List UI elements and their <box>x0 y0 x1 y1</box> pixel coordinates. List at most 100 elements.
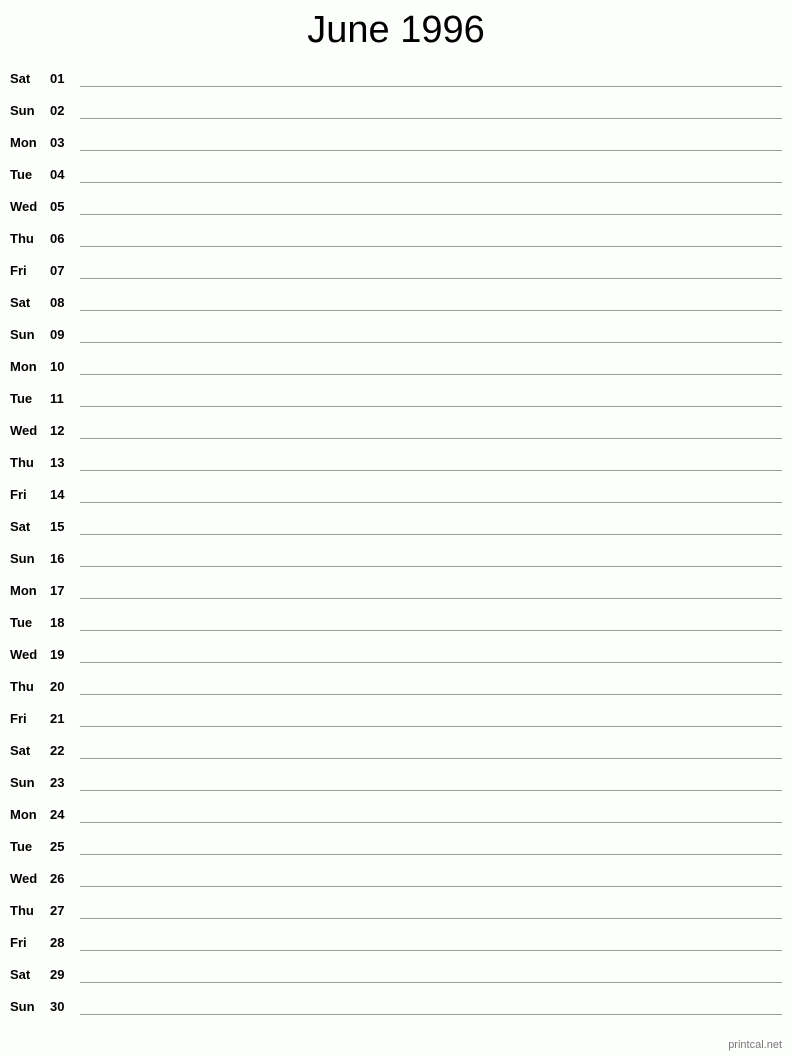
date-number: 04 <box>50 167 65 182</box>
writing-line <box>80 374 782 375</box>
weekday-label: Fri <box>10 263 27 278</box>
date-number: 09 <box>50 327 65 342</box>
writing-line <box>80 886 782 887</box>
date-number: 30 <box>50 999 65 1014</box>
date-number: 22 <box>50 743 65 758</box>
page-title: June 1996 <box>307 9 485 51</box>
day-row: Wed 19 <box>0 641 792 673</box>
date-number: 19 <box>50 647 65 662</box>
weekday-label: Sat <box>10 295 31 310</box>
writing-line <box>80 86 782 87</box>
date-number: 21 <box>50 711 65 726</box>
day-row: Tue 04 <box>0 161 792 193</box>
date-number: 12 <box>50 423 65 438</box>
writing-line <box>80 182 782 183</box>
writing-line <box>80 566 782 567</box>
weekday-label: Tue <box>10 167 33 182</box>
writing-line <box>80 950 782 951</box>
date-number: 02 <box>50 103 65 118</box>
writing-line <box>80 694 782 695</box>
weekday-label: Sat <box>10 967 31 982</box>
writing-line <box>80 598 782 599</box>
writing-line <box>80 150 782 151</box>
day-row: Wed 05 <box>0 193 792 225</box>
date-number: 15 <box>50 519 65 534</box>
writing-line <box>80 1014 782 1015</box>
weekday-label: Sun <box>10 999 35 1014</box>
footer-credit: printcal.net <box>728 1039 782 1051</box>
writing-line <box>80 534 782 535</box>
weekday-label: Tue <box>10 839 33 854</box>
weekday-label: Mon <box>10 135 37 150</box>
day-row: Mon 10 <box>0 353 792 385</box>
writing-line <box>80 438 782 439</box>
writing-line <box>80 758 782 759</box>
weekday-label: Wed <box>10 871 38 886</box>
weekday-label: Fri <box>10 935 27 950</box>
date-number: 16 <box>50 551 65 566</box>
weekday-label: Sun <box>10 103 35 118</box>
weekday-label: Mon <box>10 359 37 374</box>
day-row: Sun 16 <box>0 545 792 577</box>
date-number: 01 <box>50 71 65 86</box>
day-row: Tue 11 <box>0 385 792 417</box>
date-number: 24 <box>50 807 65 822</box>
day-row: Wed 26 <box>0 865 792 897</box>
weekday-label: Fri <box>10 487 27 502</box>
day-row: Thu 20 <box>0 673 792 705</box>
writing-line <box>80 662 782 663</box>
day-row: Sun 09 <box>0 321 792 353</box>
weekday-label: Wed <box>10 423 38 438</box>
weekday-label: Sun <box>10 551 35 566</box>
day-row: Sun 23 <box>0 769 792 801</box>
writing-line <box>80 918 782 919</box>
writing-line <box>80 854 782 855</box>
writing-line <box>80 726 782 727</box>
writing-line <box>80 790 782 791</box>
day-row: Mon 24 <box>0 801 792 833</box>
date-number: 17 <box>50 583 65 598</box>
date-number: 27 <box>50 903 65 918</box>
day-row: Mon 17 <box>0 577 792 609</box>
date-number: 10 <box>50 359 65 374</box>
day-row: Thu 06 <box>0 225 792 257</box>
date-number: 07 <box>50 263 65 278</box>
day-row: Thu 27 <box>0 897 792 929</box>
day-row: Fri 28 <box>0 929 792 961</box>
day-row: Fri 07 <box>0 257 792 289</box>
day-row: Sun 30 <box>0 993 792 1025</box>
date-number: 11 <box>50 391 64 406</box>
weekday-label: Thu <box>10 679 34 694</box>
weekday-label: Sat <box>10 519 31 534</box>
date-number: 29 <box>50 967 65 982</box>
writing-line <box>80 822 782 823</box>
day-row: Thu 13 <box>0 449 792 481</box>
day-row: Tue 18 <box>0 609 792 641</box>
weekday-label: Mon <box>10 583 37 598</box>
day-row: Sat 22 <box>0 737 792 769</box>
date-number: 03 <box>50 135 65 150</box>
weekday-label: Sun <box>10 327 35 342</box>
day-row: Sat 29 <box>0 961 792 993</box>
weekday-label: Thu <box>10 903 34 918</box>
writing-line <box>80 502 782 503</box>
day-row: Tue 25 <box>0 833 792 865</box>
writing-line <box>80 470 782 471</box>
writing-line <box>80 278 782 279</box>
date-number: 20 <box>50 679 65 694</box>
day-row: Wed 12 <box>0 417 792 449</box>
date-number: 25 <box>50 839 65 854</box>
date-number: 14 <box>50 487 65 502</box>
weekday-label: Tue <box>10 615 33 630</box>
writing-line <box>80 310 782 311</box>
weekday-label: Wed <box>10 647 38 662</box>
day-row: Fri 21 <box>0 705 792 737</box>
weekday-label: Fri <box>10 711 27 726</box>
writing-line <box>80 342 782 343</box>
weekday-label: Sat <box>10 71 31 86</box>
writing-line <box>80 246 782 247</box>
date-number: 26 <box>50 871 65 886</box>
weekday-label: Sat <box>10 743 31 758</box>
weekday-label: Thu <box>10 455 34 470</box>
day-row: Mon 03 <box>0 129 792 161</box>
